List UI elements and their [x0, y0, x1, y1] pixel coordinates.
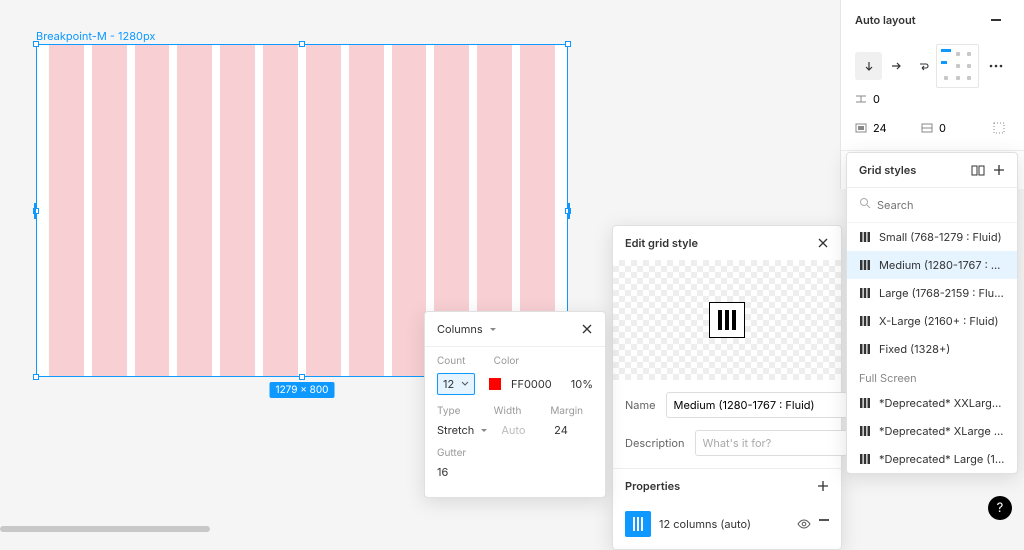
grid-style-item[interactable]: Large (1768-2159 : Fluid): [847, 279, 1017, 307]
margin-input[interactable]: 24: [554, 423, 593, 437]
grid-style-item[interactable]: *Deprecated* XLarge (1440+): [847, 417, 1017, 445]
autolayout-more-button[interactable]: [983, 52, 1010, 80]
grid-styles-section-label: Full Screen: [847, 363, 1017, 389]
padding-h-input[interactable]: [873, 121, 909, 135]
remove-autolayout-icon[interactable]: [982, 6, 1010, 34]
add-property-icon[interactable]: [817, 480, 829, 492]
remove-property-icon[interactable]: [819, 519, 829, 529]
spacing-icon: [855, 93, 867, 105]
grid-styles-search-input[interactable]: [857, 194, 1007, 216]
grid-style-item[interactable]: Small (768-1279 : Fluid): [847, 223, 1017, 251]
width-value: Auto: [501, 423, 540, 437]
resize-handle-tl[interactable]: [33, 41, 39, 47]
visibility-toggle-icon[interactable]: [797, 519, 811, 529]
grid-style-item[interactable]: *Deprecated* Large (1024-1...: [847, 445, 1017, 473]
gutter-label: Gutter: [437, 447, 593, 459]
grid-style-item[interactable]: *Deprecated* XXLarge (1920...: [847, 389, 1017, 417]
resize-handle-tr[interactable]: [565, 41, 571, 47]
columns-preview-icon: [709, 302, 745, 338]
color-label: Color: [494, 355, 537, 367]
edit-grid-style-title: Edit grid style: [625, 236, 698, 250]
resize-edge-right[interactable]: [568, 203, 570, 219]
padding-h-icon: [855, 122, 867, 134]
type-dropdown[interactable]: Stretch: [437, 423, 487, 437]
padding-v-input[interactable]: [939, 121, 975, 135]
style-name-input[interactable]: [666, 392, 853, 418]
grid-style-item[interactable]: X-Large (2160+ : Fluid): [847, 307, 1017, 335]
grid-style-item[interactable]: Medium (1280-1767 : Fluid): [847, 251, 1017, 279]
name-label: Name: [625, 398, 656, 412]
property-columns-icon: [625, 511, 651, 537]
count-label: Count: [437, 355, 480, 367]
columns-panel: Columns Count Color 12 FF0000 10% Type W…: [424, 311, 606, 498]
close-icon[interactable]: [581, 323, 593, 335]
frame-size-badge: 1279 × 800: [270, 382, 335, 398]
resize-handle-bl[interactable]: [33, 374, 39, 380]
add-style-icon[interactable]: [993, 164, 1005, 176]
resize-handle-tm[interactable]: [299, 41, 305, 47]
edit-grid-style-panel: Edit grid style Name Description Propert…: [612, 225, 842, 550]
direction-wrap-button[interactable]: [909, 52, 936, 80]
property-row[interactable]: 12 columns (auto): [613, 503, 841, 549]
canvas-scrollbar[interactable]: [0, 526, 210, 532]
close-icon[interactable]: [817, 237, 829, 249]
direction-vertical-button[interactable]: [855, 52, 882, 80]
padding-individual-button[interactable]: [987, 114, 1010, 142]
color-swatch[interactable]: [489, 378, 501, 390]
search-icon: [859, 197, 871, 209]
grid-style-item[interactable]: Fixed (1328+): [847, 335, 1017, 363]
direction-horizontal-button[interactable]: [882, 52, 909, 80]
library-icon[interactable]: [971, 164, 985, 176]
properties-title: Properties: [625, 479, 680, 493]
color-hex[interactable]: FF0000: [511, 377, 552, 391]
frame-label[interactable]: Breakpoint-M - 1280px: [36, 29, 155, 43]
padding-v-icon: [921, 122, 933, 134]
style-preview: [613, 260, 841, 380]
grid-styles-panel: Grid styles Small (768-1279 : Fluid) Med…: [846, 152, 1018, 474]
count-input[interactable]: 12: [437, 373, 475, 395]
property-label: 12 columns (auto): [659, 517, 751, 531]
alignment-grid[interactable]: [936, 44, 979, 88]
chevron-down-icon[interactable]: [461, 381, 469, 387]
spacing-input[interactable]: [873, 92, 909, 106]
margin-label: Margin: [550, 405, 593, 417]
description-label: Description: [625, 436, 685, 450]
autolayout-title: Auto layout: [855, 13, 916, 27]
resize-handle-bm[interactable]: [299, 374, 305, 380]
columns-type-dropdown[interactable]: Columns: [437, 322, 496, 336]
type-label: Type: [437, 405, 480, 417]
gutter-input[interactable]: 16: [437, 465, 593, 479]
grid-styles-title: Grid styles: [859, 163, 916, 177]
help-button[interactable]: ?: [988, 496, 1012, 520]
resize-edge-left[interactable]: [34, 203, 36, 219]
color-opacity[interactable]: 10%: [571, 377, 593, 391]
width-label: Width: [494, 405, 537, 417]
grid-styles-list: Small (768-1279 : Fluid) Medium (1280-17…: [847, 223, 1017, 473]
